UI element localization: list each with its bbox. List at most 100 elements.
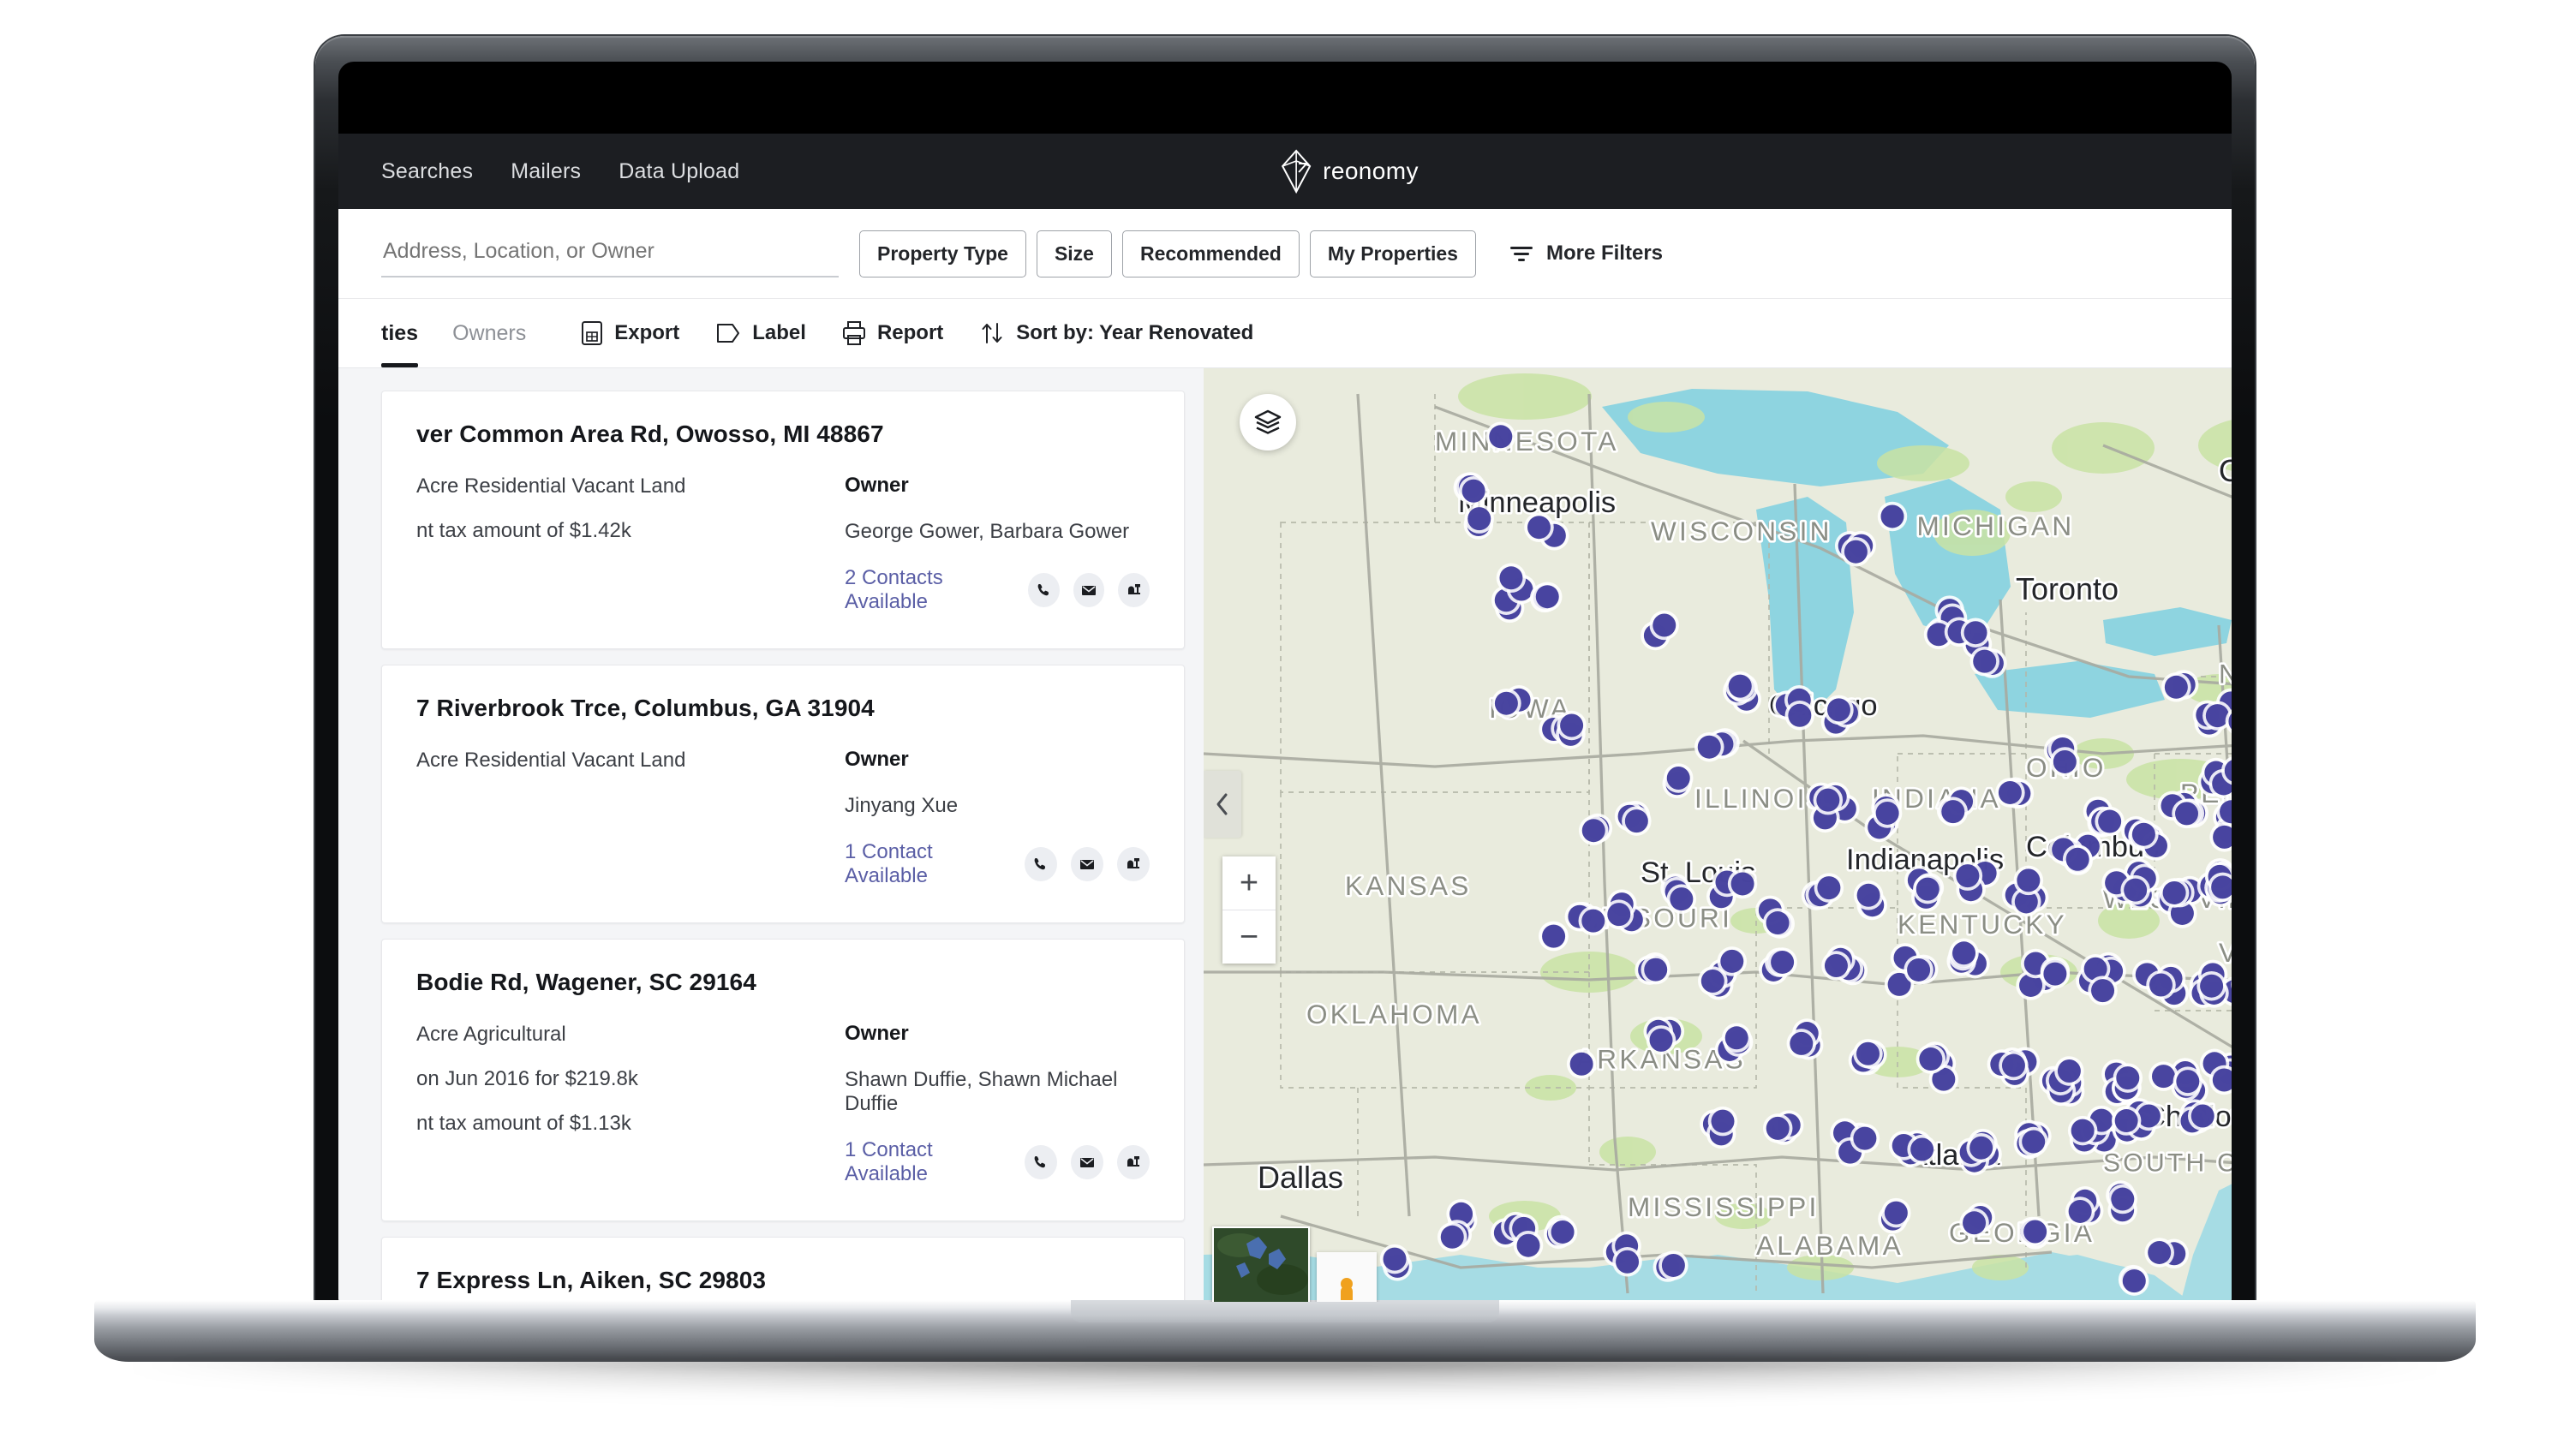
tab-properties[interactable]: ties xyxy=(381,299,419,367)
map-property-marker[interactable] xyxy=(1788,703,1812,727)
map-property-marker[interactable] xyxy=(1910,1137,1934,1161)
map-property-marker[interactable] xyxy=(1853,1126,1877,1150)
map-property-marker[interactable] xyxy=(2053,749,2077,773)
phone-icon[interactable] xyxy=(1028,573,1060,607)
map-property-marker[interactable] xyxy=(1700,970,1724,993)
map-property-marker[interactable] xyxy=(2162,880,2186,904)
map-property-marker[interactable] xyxy=(2200,974,2224,998)
filter-size-button[interactable]: Size xyxy=(1036,230,1112,277)
map-property-marker[interactable] xyxy=(1653,613,1676,637)
export-button[interactable]: Export xyxy=(581,320,679,346)
map-panel[interactable]: MINNESOTAMinneapolisWISCONSINIOWAMICHIGA… xyxy=(1204,368,2232,1302)
map-layers-button[interactable] xyxy=(1240,394,1296,451)
property-card[interactable]: ver Common Area Rd, Owosso, MI 48867 Acr… xyxy=(381,391,1185,649)
map-property-marker[interactable] xyxy=(1720,949,1744,973)
street-view-pegman-button[interactable] xyxy=(1317,1252,1377,1302)
map-property-marker[interactable] xyxy=(2065,847,2089,871)
tab-owners[interactable]: Owners xyxy=(452,299,526,367)
map-property-marker[interactable] xyxy=(2068,1199,2092,1223)
map-property-marker[interactable] xyxy=(1581,909,1605,933)
contacts-available-link[interactable]: 1 Contact Available xyxy=(845,840,1011,888)
map-property-marker[interactable] xyxy=(1607,903,1631,927)
map-property-marker[interactable] xyxy=(1844,540,1868,564)
nav-link-searches[interactable]: Searches xyxy=(381,159,473,184)
map-property-marker[interactable] xyxy=(1998,780,2022,804)
map-property-marker[interactable] xyxy=(1711,1109,1735,1133)
map-property-marker[interactable] xyxy=(2023,1220,2047,1244)
email-icon[interactable] xyxy=(1073,573,1105,607)
map-property-marker[interactable] xyxy=(1963,1211,1987,1235)
map-property-marker[interactable] xyxy=(1569,1052,1593,1076)
map-property-marker[interactable] xyxy=(1875,801,1899,825)
map-property-marker[interactable] xyxy=(1916,877,1939,901)
map-property-marker[interactable] xyxy=(1383,1247,1407,1271)
map-property-marker[interactable] xyxy=(1499,566,1523,590)
map-property-marker[interactable] xyxy=(1956,864,1980,888)
map-property-marker[interactable] xyxy=(1661,1253,1685,1277)
map-property-marker[interactable] xyxy=(2098,809,2122,833)
map-collapse-button[interactable] xyxy=(1204,771,1241,838)
map-property-marker[interactable] xyxy=(2122,1269,2146,1293)
label-button[interactable]: Label xyxy=(715,321,806,345)
map-property-marker[interactable] xyxy=(2164,675,2188,699)
map-property-marker[interactable] xyxy=(1697,735,1721,759)
report-button[interactable]: Report xyxy=(842,320,943,346)
map-property-marker[interactable] xyxy=(1907,958,1931,982)
mailbox-icon[interactable] xyxy=(1117,847,1150,881)
results-list[interactable]: ver Common Area Rd, Owosso, MI 48867 Acr… xyxy=(338,368,1204,1302)
map-property-marker[interactable] xyxy=(1494,691,1518,715)
map-property-marker[interactable] xyxy=(1824,954,1848,977)
email-icon[interactable] xyxy=(1071,847,1104,881)
map-property-marker[interactable] xyxy=(2057,1059,2081,1083)
map-property-marker[interactable] xyxy=(2017,868,2041,892)
map-property-marker[interactable] xyxy=(1670,887,1694,911)
map-property-marker[interactable] xyxy=(1856,1041,1880,1065)
nav-link-mailers[interactable]: Mailers xyxy=(511,159,581,184)
contacts-available-link[interactable]: 1 Contact Available xyxy=(845,1138,1011,1186)
map-property-marker[interactable] xyxy=(2175,802,2198,826)
map-property-marker[interactable] xyxy=(2116,1066,2140,1090)
map-property-marker[interactable] xyxy=(1581,819,1605,843)
map-property-marker[interactable] xyxy=(1880,504,1904,528)
phone-icon[interactable] xyxy=(1025,1145,1058,1179)
map-property-marker[interactable] xyxy=(1467,507,1491,531)
brand-logo[interactable]: reonomy xyxy=(1280,134,1419,209)
map-property-marker[interactable] xyxy=(2114,1109,2138,1133)
map-property-marker[interactable] xyxy=(1771,950,1795,974)
filter-my-properties-button[interactable]: My Properties xyxy=(1309,230,1476,277)
map-property-marker[interactable] xyxy=(2190,1104,2214,1128)
map-property-marker[interactable] xyxy=(1440,1225,1464,1249)
map-property-marker[interactable] xyxy=(1461,479,1485,503)
map-property-marker[interactable] xyxy=(1551,1220,1575,1244)
map-property-marker[interactable] xyxy=(1766,911,1790,935)
phone-icon[interactable] xyxy=(1025,847,1058,881)
map-property-marker[interactable] xyxy=(1489,425,1513,449)
map-property-marker[interactable] xyxy=(1856,883,1880,907)
property-card[interactable]: 7 Express Ln, Aiken, SC 29803 xyxy=(381,1237,1185,1302)
map-property-marker[interactable] xyxy=(2176,1070,2200,1094)
more-filters-button[interactable]: More Filters xyxy=(1509,242,1663,266)
map-property-marker[interactable] xyxy=(1884,1201,1908,1225)
mailbox-icon[interactable] xyxy=(1117,1145,1150,1179)
property-card[interactable]: Bodie Rd, Wagener, SC 29164 Acre Agricul… xyxy=(381,939,1185,1221)
contacts-available-link[interactable]: 2 Contacts Available xyxy=(845,566,1014,614)
map-property-marker[interactable] xyxy=(1952,941,1976,965)
map-property-marker[interactable] xyxy=(2111,1187,2135,1211)
nav-link-data-upload[interactable]: Data Upload xyxy=(619,159,739,184)
map-property-marker[interactable] xyxy=(1969,1136,1993,1160)
map-property-marker[interactable] xyxy=(2152,1065,2175,1089)
map-property-marker[interactable] xyxy=(2043,962,2067,986)
filter-recommended-button[interactable]: Recommended xyxy=(1121,230,1300,277)
map-property-marker[interactable] xyxy=(1516,1233,1540,1257)
search-input[interactable] xyxy=(381,230,839,277)
map-property-marker[interactable] xyxy=(1535,585,1559,609)
map-property-marker[interactable] xyxy=(2022,1130,2046,1154)
map-property-marker[interactable] xyxy=(1527,516,1551,540)
email-icon[interactable] xyxy=(1071,1145,1104,1179)
map-property-marker[interactable] xyxy=(1666,767,1690,790)
map-property-marker[interactable] xyxy=(2148,1240,2172,1264)
filter-property-type-button[interactable]: Property Type xyxy=(859,230,1026,277)
map-property-marker[interactable] xyxy=(1826,698,1850,722)
map-property-marker[interactable] xyxy=(2091,979,2115,1003)
zoom-in-button[interactable]: + xyxy=(1222,856,1276,910)
